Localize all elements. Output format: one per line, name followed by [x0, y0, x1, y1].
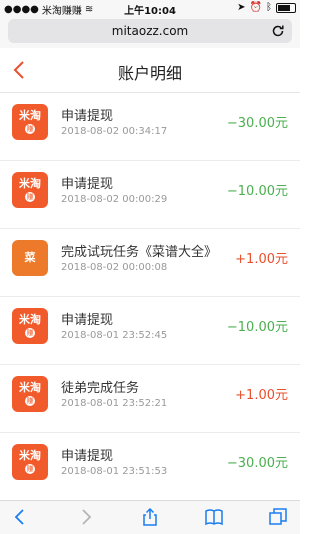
logo-text: 米淘 [19, 177, 41, 190]
logo-badge: 赚 [25, 192, 35, 202]
record-title: 徒弟完成任务 [61, 381, 140, 396]
alarm-icon: ⏰ [249, 2, 262, 13]
logo-text: 菜 [24, 251, 36, 264]
record-title: 申请提现 [61, 313, 114, 328]
status-bar: ●●●● 米淘赚赚 ≋ 上午10:04 ➤ ⏰ ᛒ [0, 0, 300, 17]
record-amount: +1.00元 [235, 388, 288, 403]
page-title: 账户明细 [117, 64, 182, 83]
caipu-app-icon: 菜 [12, 240, 48, 276]
record-amount: −10.00元 [226, 184, 288, 199]
battery-icon [276, 2, 296, 13]
list-item[interactable]: 米淘赚申请提现 2018-08-02 00:34:17 −30.00元 [0, 93, 300, 161]
logo-badge: 赚 [25, 328, 35, 338]
record-title: 申请提现 [61, 109, 114, 124]
record-title: 完成试玩任务《菜谱大全》 [61, 245, 218, 260]
status-right: ➤ ⏰ ᛒ [237, 2, 296, 13]
record-amount: −30.00元 [226, 456, 288, 471]
record-title: 申请提现 [61, 449, 114, 464]
browser-toolbar [0, 500, 300, 534]
logo-text: 米淘 [19, 109, 41, 122]
bluetooth-icon: ᛒ [266, 2, 272, 13]
logo-badge: 赚 [25, 396, 35, 406]
tabs-icon[interactable] [268, 507, 288, 527]
forward-nav-icon[interactable] [76, 507, 96, 527]
list-item[interactable]: 米淘赚申请提现 2018-08-01 23:52:45 −10.00元 [0, 297, 300, 365]
record-time: 2018-08-02 00:00:29 [61, 194, 168, 205]
app-header: 账户明细 [0, 48, 300, 93]
url-text: mitaozz.com [111, 24, 189, 38]
record-time: 2018-08-02 00:00:08 [61, 262, 168, 273]
logo-badge: 赚 [25, 464, 35, 474]
list-item[interactable]: 米淘赚徒弟完成任务 2018-08-01 23:52:21 +1.00元 [0, 365, 300, 433]
record-amount: −10.00元 [226, 320, 288, 335]
reload-icon[interactable] [270, 23, 286, 39]
record-title: 申请提现 [61, 177, 114, 192]
list-item[interactable]: 米淘赚申请提现 2018-08-01 23:51:53 −30.00元 [0, 433, 300, 501]
list-item[interactable]: 菜 完成试玩任务《菜谱大全》 2018-08-02 00:00:08 +1.00元 [0, 229, 300, 297]
mitao-app-icon: 米淘赚 [12, 308, 48, 344]
record-time: 2018-08-02 00:34:17 [61, 126, 168, 137]
list-item[interactable]: 米淘赚申请提现 2018-08-02 00:00:29 −10.00元 [0, 161, 300, 229]
browser-address-area: mitaozz.com [0, 16, 300, 48]
mitao-app-icon: 米淘赚 [12, 172, 48, 208]
logo-text: 米淘 [19, 381, 41, 394]
mitao-app-icon: 米淘赚 [12, 104, 48, 140]
record-list: 米淘赚申请提现 2018-08-02 00:34:17 −30.00元 米淘赚申请提现… [0, 93, 300, 501]
share-icon[interactable] [140, 507, 160, 527]
logo-text: 米淘 [19, 313, 41, 326]
record-amount: +1.00元 [235, 252, 288, 267]
record-time: 2018-08-01 23:51:53 [61, 466, 168, 477]
record-time: 2018-08-01 23:52:21 [61, 398, 168, 409]
back-nav-icon[interactable] [10, 507, 30, 527]
logo-badge: 赚 [25, 124, 35, 134]
logo-text: 米淘 [19, 449, 41, 462]
location-icon: ➤ [237, 2, 246, 13]
record-amount: −30.00元 [226, 116, 288, 131]
address-bar[interactable]: mitaozz.com [8, 19, 292, 43]
bookmarks-icon[interactable] [204, 507, 224, 527]
record-time: 2018-08-01 23:52:45 [61, 330, 168, 341]
mitao-app-icon: 米淘赚 [12, 444, 48, 480]
mitao-app-icon: 米淘赚 [12, 376, 48, 412]
